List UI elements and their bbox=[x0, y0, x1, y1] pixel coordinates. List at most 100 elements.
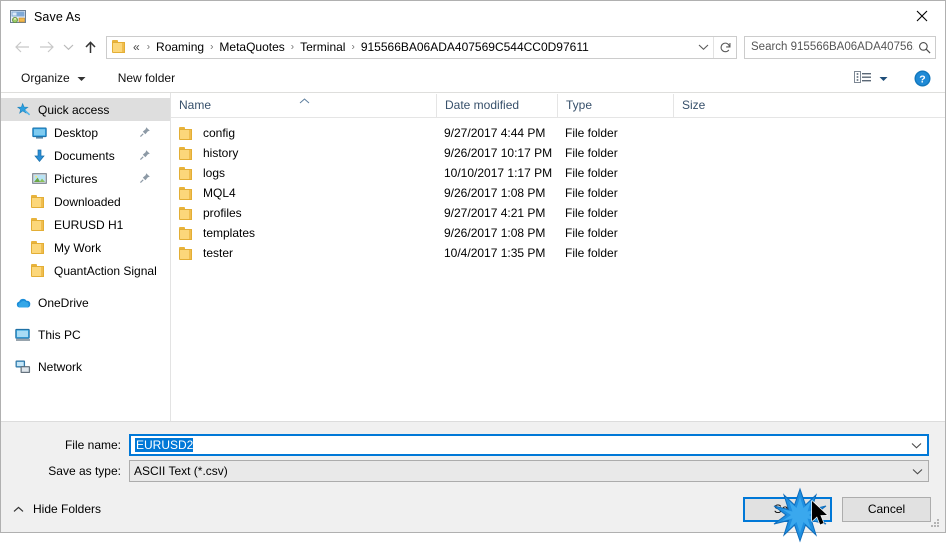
chevron-down-icon bbox=[77, 71, 86, 85]
sidebar-item-quick-access[interactable]: Quick access bbox=[1, 98, 170, 121]
table-row[interactable]: profiles 9/27/2017 4:21 PM File folder bbox=[171, 203, 945, 223]
column-header-size[interactable]: Size bbox=[673, 94, 753, 117]
file-name-text: MQL4 bbox=[203, 186, 236, 200]
save-as-type-select[interactable]: ASCII Text (*.csv) bbox=[129, 460, 929, 482]
organize-button[interactable]: Organize bbox=[15, 67, 92, 89]
sidebar-item-desktop[interactable]: Desktop bbox=[1, 121, 170, 144]
window-title: Save As bbox=[34, 9, 81, 24]
breadcrumb-item-terminal-id[interactable]: 915566BA06ADA407569C544CC0D97611 bbox=[360, 40, 590, 54]
pin-icon[interactable] bbox=[139, 149, 151, 161]
change-view-button[interactable] bbox=[848, 67, 894, 89]
file-name-cell: config bbox=[171, 126, 436, 140]
folder-icon bbox=[31, 194, 47, 210]
column-header-type[interactable]: Type bbox=[557, 94, 673, 117]
save-as-type-value: ASCII Text (*.csv) bbox=[134, 464, 228, 478]
refresh-button[interactable] bbox=[713, 36, 736, 58]
cancel-button[interactable]: Cancel bbox=[842, 496, 931, 522]
address-bar[interactable]: « › Roaming › MetaQuotes › Terminal › 91… bbox=[106, 35, 737, 59]
sidebar-item-my-work[interactable]: My Work bbox=[1, 236, 170, 259]
file-name-selected-text: EURUSD2 bbox=[135, 438, 194, 452]
breadcrumb-item-metaquotes[interactable]: MetaQuotes bbox=[218, 40, 285, 54]
up-button[interactable] bbox=[78, 35, 102, 59]
file-name-input[interactable]: EURUSD2 bbox=[129, 434, 929, 456]
table-row[interactable]: logs 10/10/2017 1:17 PM File folder bbox=[171, 163, 945, 183]
sidebar-item-documents[interactable]: Documents bbox=[1, 144, 170, 167]
save-button-label: Save bbox=[773, 502, 802, 516]
help-button[interactable]: ? bbox=[914, 70, 931, 87]
breadcrumb-item-roaming[interactable]: Roaming bbox=[155, 40, 205, 54]
file-name-text: config bbox=[203, 126, 236, 140]
file-name-text: templates bbox=[203, 226, 256, 240]
save-as-type-dropdown-button[interactable] bbox=[906, 468, 928, 475]
sidebar-item-label: OneDrive bbox=[38, 295, 89, 310]
forward-button[interactable] bbox=[34, 35, 58, 59]
table-row[interactable]: config 9/27/2017 4:44 PM File folder bbox=[171, 123, 945, 143]
file-name-cell: tester bbox=[171, 246, 436, 260]
sidebar-item-eurusd-h1[interactable]: EURUSD H1 bbox=[1, 213, 170, 236]
sidebar-item-downloaded[interactable]: Downloaded bbox=[1, 190, 170, 213]
recent-locations-button[interactable] bbox=[58, 35, 78, 59]
sidebar-item-label: Network bbox=[38, 359, 83, 374]
resize-grip-icon[interactable] bbox=[929, 517, 941, 529]
this-pc-icon bbox=[15, 327, 31, 343]
svg-text:?: ? bbox=[919, 73, 925, 85]
column-header-date-modified[interactable]: Date modified bbox=[436, 94, 557, 117]
file-date-cell: 10/10/2017 1:17 PM bbox=[444, 166, 553, 180]
table-row[interactable]: history 9/26/2017 10:17 PM File folder bbox=[171, 143, 945, 163]
sidebar-item-onedrive[interactable]: OneDrive bbox=[1, 291, 170, 314]
sidebar-item-this-pc[interactable]: This PC bbox=[1, 323, 170, 346]
sidebar-item-network[interactable]: Network bbox=[1, 355, 170, 378]
file-date-cell: 9/27/2017 4:21 PM bbox=[444, 206, 546, 220]
chevron-down-icon bbox=[912, 468, 922, 475]
search-box[interactable]: Search 915566BA06ADA40756... bbox=[744, 35, 936, 59]
folder-icon bbox=[112, 40, 128, 54]
file-date-cell: 9/26/2017 1:08 PM bbox=[444, 226, 546, 240]
file-type-cell: File folder bbox=[565, 186, 618, 200]
back-button[interactable] bbox=[10, 35, 34, 59]
table-row[interactable]: tester 10/4/2017 1:35 PM File folder bbox=[171, 243, 945, 263]
file-type-cell: File folder bbox=[565, 226, 618, 240]
breadcrumb-separator: › bbox=[290, 41, 295, 52]
hide-folders-label: Hide Folders bbox=[33, 502, 102, 516]
folder-icon bbox=[179, 146, 195, 160]
command-toolbar: Organize New folder ? bbox=[1, 64, 945, 93]
caret-up-icon bbox=[299, 93, 310, 107]
arrow-right-icon bbox=[39, 41, 54, 53]
file-name-cell: history bbox=[171, 146, 436, 160]
search-input[interactable]: Search 915566BA06ADA40756... bbox=[745, 41, 914, 53]
sidebar-item-label: Pictures bbox=[54, 171, 98, 186]
cancel-button-label: Cancel bbox=[867, 502, 906, 516]
sidebar-item-label: Documents bbox=[54, 148, 115, 163]
breadcrumb-item-terminal[interactable]: Terminal bbox=[299, 40, 346, 54]
sidebar-item-pictures[interactable]: Pictures bbox=[1, 167, 170, 190]
save-button[interactable]: Save bbox=[743, 496, 832, 522]
new-folder-button[interactable]: New folder bbox=[112, 67, 181, 89]
view-layout-icon bbox=[854, 70, 872, 86]
title-bar: Save As bbox=[1, 1, 945, 32]
dialog-content: Quick access Desktop Documents Pictures … bbox=[1, 93, 945, 421]
file-name-value[interactable]: EURUSD2 bbox=[131, 438, 905, 452]
chevron-down-icon bbox=[698, 44, 708, 51]
file-name-dropdown-button[interactable] bbox=[905, 442, 927, 449]
sidebar-item-label: Desktop bbox=[54, 125, 99, 140]
sidebar-item-label: QuantAction Signal bbox=[54, 263, 157, 278]
hide-folders-button[interactable]: Hide Folders bbox=[13, 502, 101, 516]
table-row[interactable]: templates 9/26/2017 1:08 PM File folder bbox=[171, 223, 945, 243]
sidebar-item-quantaction-signal[interactable]: QuantAction Signal bbox=[1, 259, 170, 282]
folder-icon bbox=[31, 240, 47, 256]
arrow-up-icon bbox=[84, 40, 96, 53]
folder-icon bbox=[179, 226, 195, 240]
save-form: File name: EURUSD2 Save as type: ASCII T… bbox=[1, 421, 945, 486]
onedrive-icon bbox=[15, 295, 31, 311]
close-button[interactable] bbox=[899, 1, 945, 31]
file-name-label: File name: bbox=[64, 438, 121, 452]
dialog-footer: Hide Folders Save Cancel bbox=[1, 486, 945, 532]
sidebar-item-label: EURUSD H1 bbox=[54, 217, 124, 232]
table-row[interactable]: MQL4 9/26/2017 1:08 PM File folder bbox=[171, 183, 945, 203]
address-dropdown-button[interactable] bbox=[693, 37, 713, 58]
pin-icon[interactable] bbox=[139, 172, 151, 184]
pin-icon[interactable] bbox=[139, 126, 151, 138]
folder-icon bbox=[179, 206, 195, 220]
breadcrumb-overflow[interactable]: « bbox=[132, 40, 142, 54]
